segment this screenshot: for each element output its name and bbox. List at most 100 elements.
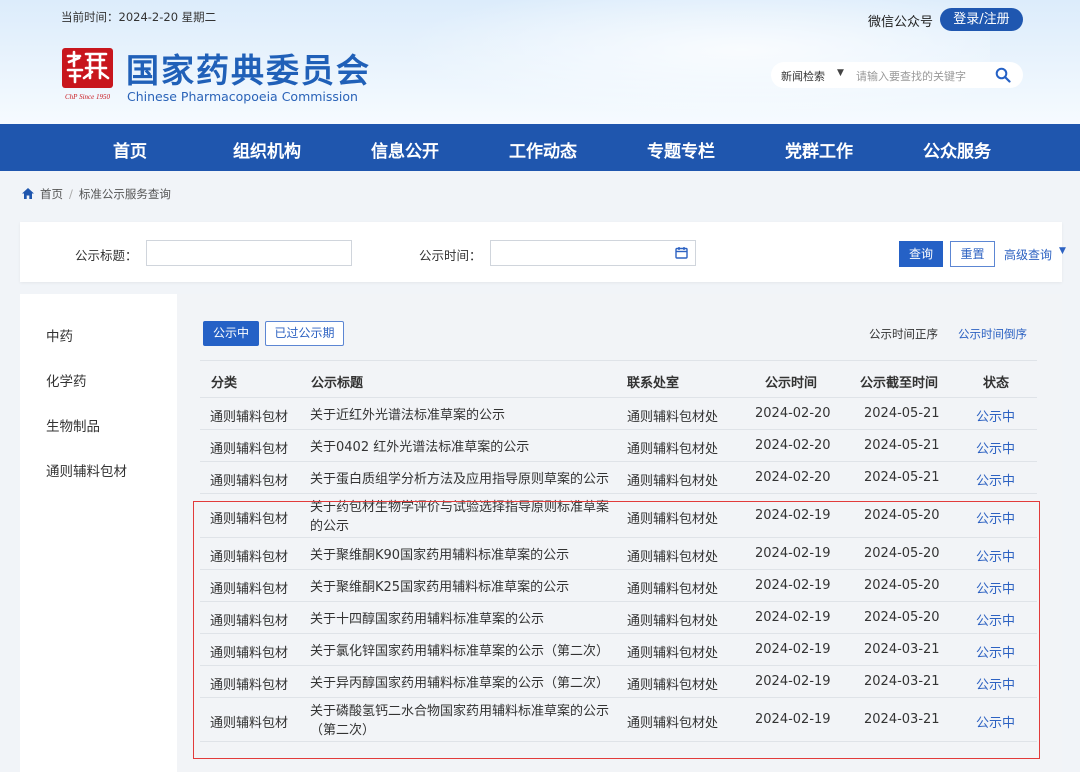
cell-publish-date: 2024-02-20 (755, 405, 831, 421)
cell-department: 通则辅料包材处 (627, 613, 719, 629)
cell-publish-date: 2024-02-19 (755, 507, 831, 523)
query-button[interactable]: 查询 (899, 241, 943, 267)
cell-title[interactable]: 关于聚维酮K90国家药用辅料标准草案的公示 (310, 546, 610, 565)
sidebar-item-biological[interactable]: 生物制品 (46, 415, 100, 435)
cell-status[interactable]: 公示中 (976, 610, 1015, 629)
cell-category: 通则辅料包材 (210, 613, 289, 629)
table-row[interactable]: 通则辅料包材 关于0402 红外光谱法标准草案的公示 通则辅料包材处 2024-02-… (200, 430, 1037, 462)
cell-department: 通则辅料包材处 (627, 645, 719, 661)
header-category: 分类 (211, 376, 238, 391)
cell-title[interactable]: 关于0402 红外光谱法标准草案的公示 (310, 438, 610, 457)
caret-down-icon[interactable]: ▼ (837, 68, 844, 78)
home-icon[interactable] (22, 188, 34, 199)
cell-deadline: 2024-05-21 (864, 469, 940, 485)
table-row[interactable]: 通则辅料包材 关于异丙醇国家药用辅料标准草案的公示（第二次） 通则辅料包材处 2024… (200, 666, 1037, 698)
sidebar-item-tcm[interactable]: 中药 (46, 325, 73, 345)
sort-ascending-link[interactable]: 公示时间正序 (869, 326, 938, 342)
cell-title[interactable]: 关于药包材生物学评价与试验选择指导原则标准草案的公示 (310, 498, 610, 536)
site-title[interactable]: 国家药典委员会 (126, 44, 371, 92)
nav-organization[interactable]: 组织机构 (233, 137, 301, 162)
search-box: 新闻检索 ▼ 请输入要查找的关键字 (771, 62, 1023, 88)
cell-status[interactable]: 公示中 (976, 546, 1015, 565)
cell-department: 通则辅料包材处 (627, 581, 719, 597)
cell-department: 通则辅料包材处 (627, 549, 719, 565)
cell-status[interactable]: 公示中 (976, 470, 1015, 489)
current-date: 当前时间：2024-2-20 星期二 (61, 10, 217, 24)
reset-button[interactable]: 重置 (950, 241, 995, 267)
wechat-link[interactable]: 微信公众号 (868, 11, 933, 30)
header-status: 状态 (983, 376, 1010, 391)
table-row[interactable]: 通则辅料包材 关于十四醇国家药用辅料标准草案的公示 通则辅料包材处 2024-02-1… (200, 602, 1037, 634)
filter-panel: 公示标题： 公示时间： 查询 重置 高级查询 ▼ (20, 222, 1066, 282)
advanced-query-link[interactable]: 高级查询 (1004, 246, 1052, 263)
search-input[interactable]: 请输入要查找的关键字 (856, 68, 981, 84)
calendar-icon[interactable] (675, 246, 688, 259)
cell-status[interactable]: 公示中 (976, 438, 1015, 457)
cell-publish-date: 2024-02-19 (755, 545, 831, 561)
cell-status[interactable]: 公示中 (976, 406, 1015, 425)
cell-title[interactable]: 关于异丙醇国家药用辅料标准草案的公示（第二次） (310, 674, 610, 693)
cell-status[interactable]: 公示中 (976, 642, 1015, 661)
cell-department: 通则辅料包材处 (627, 715, 719, 731)
cell-publish-date: 2024-02-20 (755, 437, 831, 453)
cell-deadline: 2024-03-21 (864, 711, 940, 727)
cell-deadline: 2024-03-21 (864, 673, 940, 689)
cell-category: 通则辅料包材 (210, 581, 289, 597)
breadcrumb: 首页 / 标准公示服务查询 (22, 186, 171, 202)
cell-status[interactable]: 公示中 (976, 712, 1015, 731)
category-sidebar: 中药 化学药 生物制品 通则辅料包材 (20, 294, 177, 772)
cell-title[interactable]: 关于十四醇国家药用辅料标准草案的公示 (310, 610, 610, 629)
sort-descending-link[interactable]: 公示时间倒序 (958, 326, 1027, 342)
table-row[interactable]: 通则辅料包材 关于聚维酮K25国家药用辅料标准草案的公示 通则辅料包材处 2024-0… (200, 570, 1037, 602)
cell-publish-date: 2024-02-19 (755, 577, 831, 593)
cell-department: 通则辅料包材处 (627, 677, 719, 693)
cell-publish-date: 2024-02-20 (755, 469, 831, 485)
login-register-button[interactable]: 登录/注册 (940, 8, 1023, 31)
cell-deadline: 2024-05-21 (864, 437, 940, 453)
breadcrumb-home[interactable]: 首页 (40, 187, 63, 201)
cell-department: 通则辅料包材处 (627, 511, 719, 527)
cell-title[interactable]: 关于蛋白质组学分析方法及应用指导原则草案的公示 (310, 470, 610, 489)
nav-special-topics[interactable]: 专题专栏 (647, 137, 715, 162)
caret-down-icon[interactable]: ▼ (1059, 246, 1066, 256)
header-publish-date: 公示时间 (765, 376, 818, 391)
title-filter-label: 公示标题： (75, 248, 138, 263)
cell-deadline: 2024-05-21 (864, 405, 940, 421)
cell-deadline: 2024-05-20 (864, 507, 940, 523)
cell-status[interactable]: 公示中 (976, 674, 1015, 693)
tab-in-publicity[interactable]: 公示中 (203, 321, 259, 346)
nav-public-service[interactable]: 公众服务 (923, 137, 991, 162)
nav-info-disclosure[interactable]: 信息公开 (371, 137, 439, 162)
table-row[interactable]: 通则辅料包材 关于蛋白质组学分析方法及应用指导原则草案的公示 通则辅料包材处 2024… (200, 462, 1037, 494)
nav-home[interactable]: 首页 (113, 137, 147, 162)
cell-department: 通则辅料包材处 (627, 473, 719, 489)
title-filter-input[interactable] (146, 240, 352, 266)
site-header: 当前时间：2024-2-20 星期二 微信公众号 登录/注册 ChP Since… (0, 0, 1080, 124)
cell-status[interactable]: 公示中 (976, 578, 1015, 597)
table-row[interactable]: 通则辅料包材 关于药包材生物学评价与试验选择指导原则标准草案的公示 通则辅料包材处 2… (200, 494, 1037, 538)
cell-title[interactable]: 关于磷酸氢钙二水合物国家药用辅料标准草案的公示（第二次） (310, 702, 610, 740)
search-category-select[interactable]: 新闻检索 (781, 68, 825, 84)
cell-title[interactable]: 关于氯化锌国家药用辅料标准草案的公示（第二次） (310, 642, 610, 661)
table-row[interactable]: 通则辅料包材 关于氯化锌国家药用辅料标准草案的公示（第二次） 通则辅料包材处 2024… (200, 634, 1037, 666)
tab-expired[interactable]: 已过公示期 (265, 321, 344, 346)
sidebar-item-chemical[interactable]: 化学药 (46, 370, 87, 390)
cell-title[interactable]: 关于聚维酮K25国家药用辅料标准草案的公示 (310, 578, 610, 597)
nav-work-news[interactable]: 工作动态 (509, 137, 577, 162)
logo-seal-icon[interactable]: ChP Since 1950 (60, 46, 115, 104)
nav-party-work[interactable]: 党群工作 (785, 137, 853, 162)
time-filter-input[interactable] (490, 240, 696, 266)
table-row[interactable]: 通则辅料包材 关于磷酸氢钙二水合物国家药用辅料标准草案的公示（第二次） 通则辅料包材… (200, 698, 1037, 742)
cell-publish-date: 2024-02-19 (755, 641, 831, 657)
sidebar-item-general-excipients[interactable]: 通则辅料包材 (46, 460, 127, 480)
cell-department: 通则辅料包材处 (627, 409, 719, 425)
cell-title[interactable]: 关于近红外光谱法标准草案的公示 (310, 406, 610, 425)
header-title: 公示标题 (311, 376, 364, 391)
search-icon[interactable] (995, 67, 1011, 83)
table-row[interactable]: 通则辅料包材 关于聚维酮K90国家药用辅料标准草案的公示 通则辅料包材处 2024-0… (200, 538, 1037, 570)
table-header: 分类 公示标题 联系处室 公示时间 公示截至时间 状态 (200, 360, 1037, 398)
table-row[interactable]: 通则辅料包材 关于近红外光谱法标准草案的公示 通则辅料包材处 2024-02-20 20… (200, 398, 1037, 430)
main-content: 公示中 已过公示期 公示时间正序 公示时间倒序 分类 公示标题 联系处室 公示时… (177, 294, 1062, 772)
cell-status[interactable]: 公示中 (976, 508, 1015, 527)
site-subtitle: Chinese Pharmacopoeia Commission (127, 89, 358, 104)
